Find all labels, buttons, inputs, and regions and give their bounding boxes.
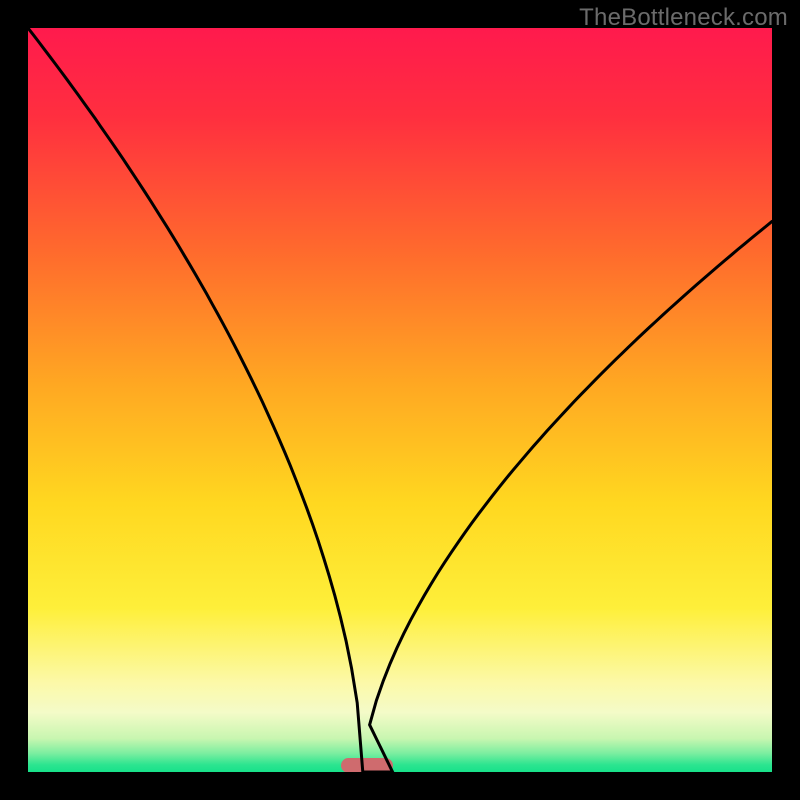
plot-area (28, 28, 772, 772)
chart-frame: TheBottleneck.com (0, 0, 800, 800)
bottleneck-curve (28, 28, 772, 772)
